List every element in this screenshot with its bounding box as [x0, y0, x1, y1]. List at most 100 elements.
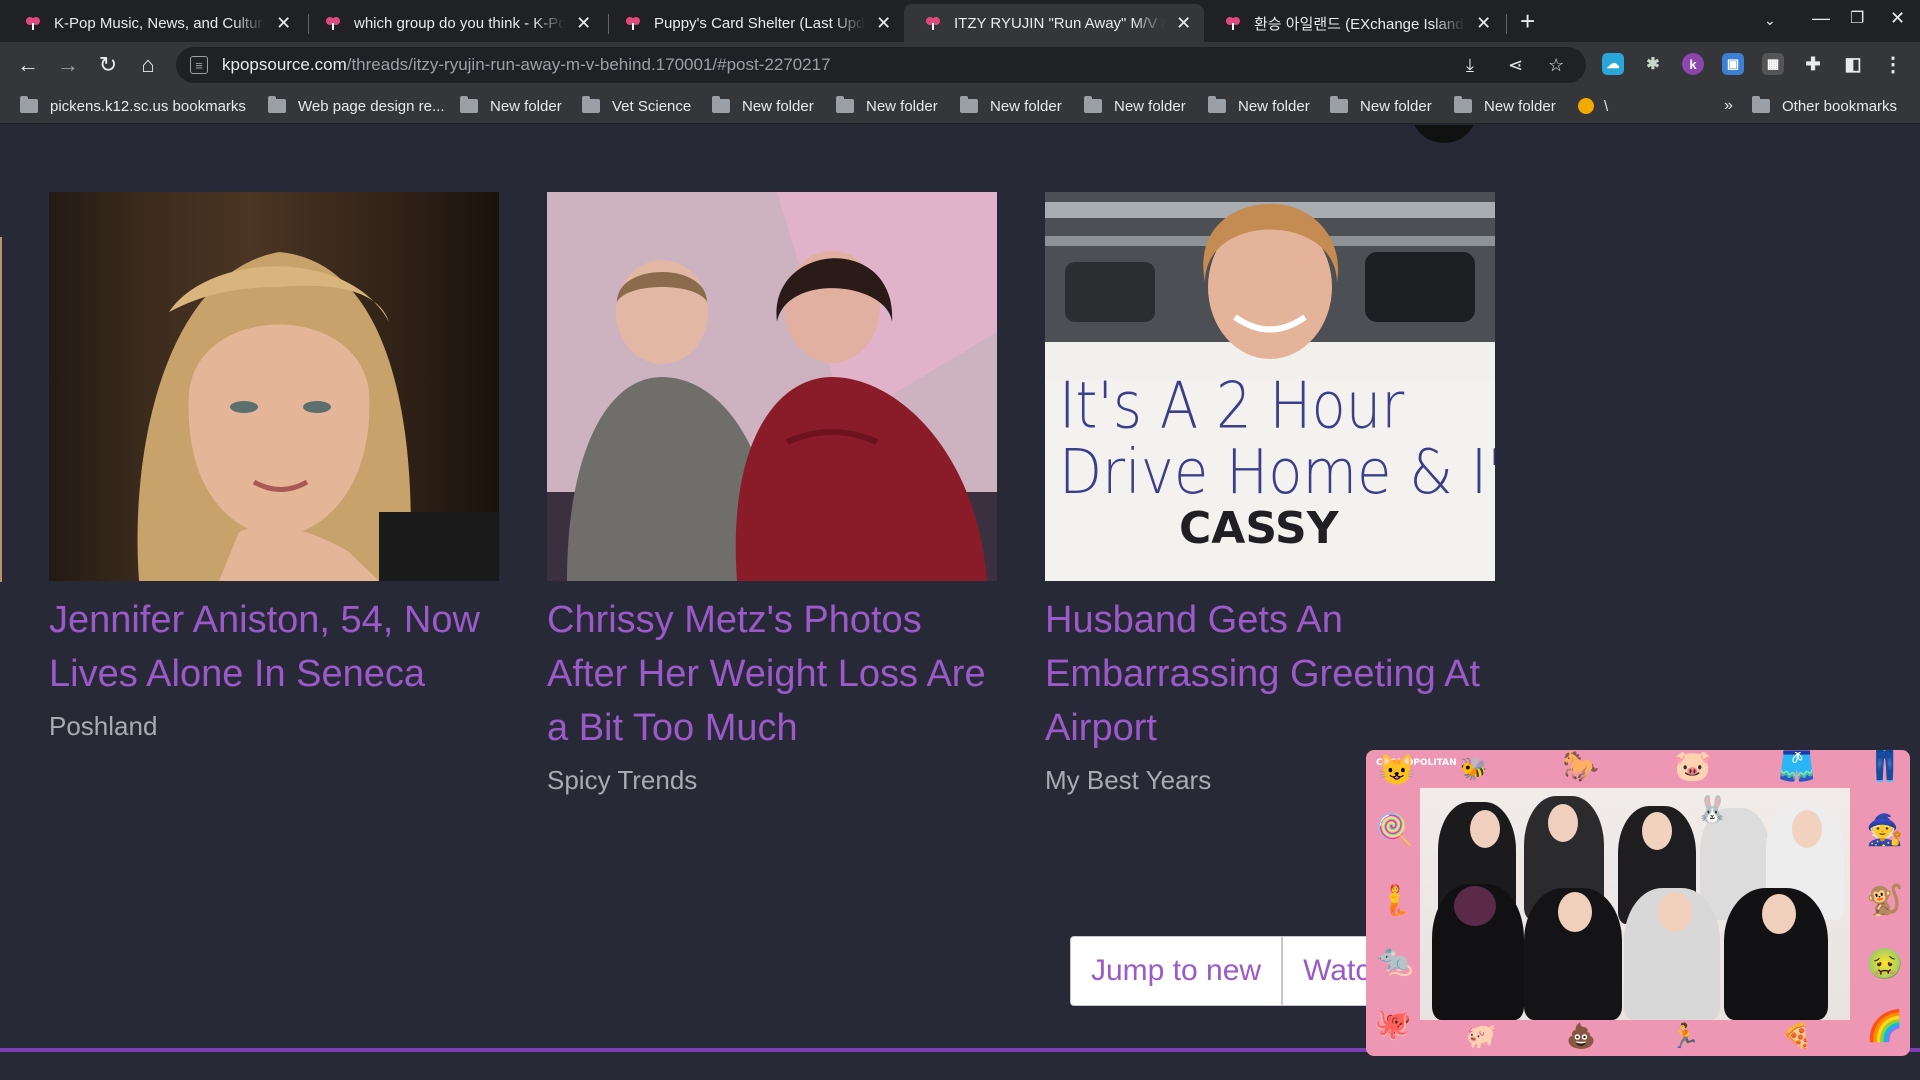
bookmark-item[interactable]: Web page design re...: [268, 96, 444, 116]
bookmark-star-icon[interactable]: ☆: [1548, 47, 1564, 83]
close-window-icon[interactable]: ✕: [1890, 8, 1905, 29]
sign-line: It's A 2 Hour: [1059, 369, 1405, 444]
promo-card[interactable]: It's A 2 Hour Drive Home & I'm CASSY Hus…: [1045, 192, 1495, 796]
restore-icon[interactable]: ❐: [1850, 8, 1864, 28]
left-edge-image-strip: [0, 237, 2, 582]
tab-kpop-music[interactable]: K-Pop Music, News, and Culture ✕: [4, 4, 304, 42]
bookmark-item[interactable]: New folder: [960, 96, 1062, 116]
card-thumbnail[interactable]: [547, 192, 997, 581]
tab-search-chevron-icon[interactable]: ⌄: [1764, 12, 1776, 29]
emoji-sticker: 🌈: [1866, 1010, 1904, 1043]
emoji-sticker: 🐒: [1866, 884, 1904, 917]
side-panel-icon[interactable]: ◧: [1842, 53, 1864, 75]
bookmark-other[interactable]: Other bookmarks: [1752, 96, 1897, 116]
kpopsource-favicon-icon: [1226, 17, 1240, 30]
emoji-sticker: 🍕: [1782, 1023, 1812, 1050]
avatar-partial: [1412, 125, 1476, 143]
close-tab-icon[interactable]: ✕: [575, 13, 592, 34]
url-text[interactable]: kpopsource.com/threads/itzy-ryujin-run-a…: [222, 55, 831, 75]
folder-icon: [1454, 96, 1472, 113]
folder-icon: [712, 96, 730, 113]
bookmarks-bar: pickens.k12.sc.us bookmarks Web page des…: [0, 88, 1920, 124]
bookmark-item[interactable]: New folder: [1330, 96, 1432, 116]
picture-in-picture-video[interactable]: COSMOPOLITAN 😺 🐝 🐎 🐷 🩳 👖 🍭 🧜 🐀 🐙 🧙 🐒 🤢 🌈…: [1366, 750, 1910, 1056]
minimize-icon[interactable]: —: [1812, 8, 1830, 29]
jump-to-new-button[interactable]: Jump to new: [1070, 936, 1283, 1006]
sign-text: It's A 2 Hour Drive Home & I'm CASSY: [1059, 369, 1495, 562]
bookmark-item[interactable]: New folder: [836, 96, 938, 116]
card-source[interactable]: Spicy Trends: [547, 765, 997, 796]
emoji-sticker: 🐀: [1376, 944, 1414, 977]
url-host: kpopsource.com: [222, 55, 347, 74]
close-tab-icon[interactable]: ✕: [275, 13, 292, 34]
video-face: [1642, 812, 1672, 850]
bookmark-label: Vet Science: [612, 97, 692, 115]
extension-photo-icon[interactable]: ▣: [1722, 53, 1744, 75]
extensions-puzzle-icon[interactable]: ✚: [1802, 53, 1824, 75]
chrome-menu-icon[interactable]: ⋮: [1882, 53, 1904, 76]
card-headline[interactable]: Husband Gets An Embarrassing Greeting At…: [1045, 593, 1495, 755]
emoji-sticker: 🐰: [1696, 794, 1729, 824]
tab-title: which group do you think - K-Pop: [354, 14, 566, 32]
extension-k-icon[interactable]: k: [1682, 53, 1704, 75]
emoji-sticker: 🐙: [1374, 1008, 1412, 1041]
bookmark-label: Other bookmarks: [1782, 97, 1898, 115]
close-tab-icon[interactable]: ✕: [1175, 13, 1192, 34]
bookmark-label: New folder: [1114, 97, 1186, 115]
bookmark-label: New folder: [866, 97, 938, 115]
folder-icon: [1084, 96, 1102, 113]
share-icon[interactable]: ⋖: [1508, 47, 1523, 83]
card-headline[interactable]: Jennifer Aniston, 54, Now Lives Alone In…: [49, 593, 499, 701]
install-app-icon[interactable]: ⤓: [1466, 47, 1474, 83]
folder-icon: [1330, 96, 1348, 113]
reload-icon[interactable]: ↻: [94, 51, 122, 79]
extension-qr-icon[interactable]: ▦: [1762, 53, 1784, 75]
kpopsource-favicon-icon: [926, 17, 940, 30]
back-arrow-icon[interactable]: ←: [14, 51, 42, 79]
bookmarks-overflow-chevron[interactable]: »: [1724, 96, 1733, 116]
promo-card[interactable]: Jennifer Aniston, 54, Now Lives Alone In…: [49, 192, 499, 742]
card-source[interactable]: Poshland: [49, 711, 499, 742]
bookmark-item[interactable]: New folder: [712, 96, 814, 116]
bookmark-label: New folder: [1238, 97, 1310, 115]
card-thumbnail[interactable]: [49, 192, 499, 581]
kpopsource-favicon-icon: [26, 17, 40, 30]
emoji-sticker: 🐎: [1562, 750, 1600, 783]
tab-itzy-ryujin[interactable]: ITZY RYUJIN "Run Away" M/V BE ✕: [904, 4, 1204, 42]
extension-deer-icon[interactable]: ✱: [1642, 53, 1664, 75]
tab-strip: K-Pop Music, News, and Culture ✕ which g…: [0, 0, 1920, 42]
promo-card[interactable]: Chrissy Metz's Photos After Her Weight L…: [547, 192, 997, 796]
bookmark-item[interactable]: Vet Science: [582, 96, 691, 116]
folder-icon: [20, 96, 38, 113]
tab-separator: [1506, 14, 1507, 34]
card-thumbnail[interactable]: It's A 2 Hour Drive Home & I'm CASSY: [1045, 192, 1495, 581]
new-tab-plus-icon[interactable]: +: [1520, 8, 1535, 34]
bookmark-item[interactable]: New folder: [460, 96, 562, 116]
tab-title: ITZY RYUJIN "Run Away" M/V BE: [954, 14, 1166, 32]
sign-line: Drive Home & I'm: [1059, 436, 1495, 509]
card-headline[interactable]: Chrissy Metz's Photos After Her Weight L…: [547, 593, 997, 755]
video-face: [1470, 810, 1500, 848]
close-tab-icon[interactable]: ✕: [875, 13, 892, 34]
forward-arrow-icon[interactable]: →: [54, 51, 82, 79]
home-icon[interactable]: ⌂: [134, 51, 162, 79]
extension-cloud-icon[interactable]: ☁: [1602, 53, 1624, 75]
emoji-sticker: 🐖: [1466, 1023, 1496, 1050]
bookmark-label: New folder: [490, 97, 562, 115]
tab-exchange-island[interactable]: 환승 아일랜드 (EXchange Island) ✕: [1204, 4, 1504, 42]
tab-which-group[interactable]: which group do you think - K-Pop ✕: [304, 4, 604, 42]
tab-title: Puppy's Card Shelter (Last Updat: [654, 14, 866, 32]
bookmark-item[interactable]: New folder: [1454, 96, 1556, 116]
bookmark-item[interactable]: New folder: [1208, 96, 1310, 116]
video-face: [1548, 804, 1578, 842]
close-tab-icon[interactable]: ✕: [1475, 13, 1492, 34]
video-face: [1762, 894, 1796, 934]
tab-puppys-card-shelter[interactable]: Puppy's Card Shelter (Last Updat ✕: [604, 4, 904, 42]
browser-toolbar: ← → ↻ ⌂ ≡ kpopsource.com/threads/itzy-ry…: [0, 42, 1920, 88]
video-hair: [1454, 886, 1496, 926]
bookmark-item[interactable]: New folder: [1084, 96, 1186, 116]
address-bar[interactable]: ≡ kpopsource.com/threads/itzy-ryujin-run…: [176, 47, 1586, 83]
site-info-icon[interactable]: ≡: [190, 56, 208, 74]
bookmark-item[interactable]: \: [1578, 96, 1608, 116]
bookmark-item[interactable]: pickens.k12.sc.us bookmarks: [20, 96, 246, 116]
